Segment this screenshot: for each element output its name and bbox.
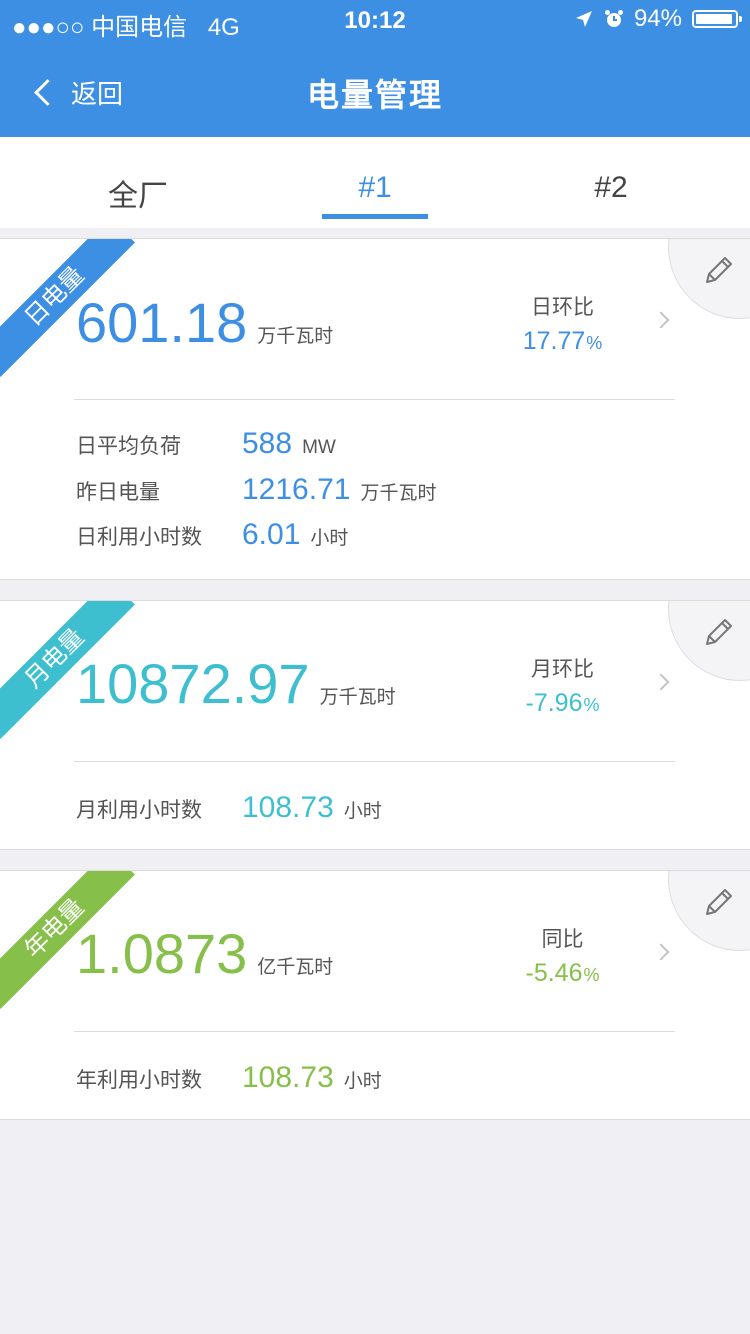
monthly-value: 10872.97 (76, 652, 310, 715)
daily-energy-card: 日电量 601.18 万千瓦时 日环比 17.77% 日平均负荷 588 MW 昨… (0, 238, 750, 580)
stat-unit: 小时 (343, 801, 382, 822)
yearly-compare-label: 同比 (541, 928, 584, 951)
monthly-energy-card: 月电量 10872.97 万千瓦时 月环比 -7.96% 月利用小时数 108.7… (0, 600, 750, 850)
stat-value: 6.01 (242, 518, 301, 551)
page-title: 电量管理 (306, 77, 443, 113)
active-tab-indicator (322, 214, 428, 219)
daily-main-value: 601.18 万千瓦时 (76, 295, 333, 351)
stat-row: 年利用小时数 108.73 小时 (76, 1061, 382, 1095)
battery-percent: 94% (633, 5, 682, 32)
daily-value: 601.18 (76, 291, 248, 354)
status-right: 94% (574, 5, 742, 33)
monthly-compare-label: 月环比 (531, 658, 594, 681)
divider (74, 1031, 675, 1032)
yearly-main-value: 1.0873 亿千瓦时 (76, 926, 333, 982)
monthly-compare-unit: % (583, 695, 600, 715)
status-bar: ●●●○○ 中国电信 4G 10:12 94% (0, 0, 750, 41)
alarm-clock-icon (604, 10, 623, 27)
stat-unit: 小时 (310, 528, 349, 549)
stat-unit: 万千瓦时 (360, 483, 437, 504)
monthly-unit: 万千瓦时 (319, 687, 396, 708)
stat-value: 588 (242, 427, 293, 460)
divider (74, 399, 675, 400)
daily-unit: 万千瓦时 (257, 326, 334, 347)
daily-compare-value: 17.77 (522, 327, 586, 355)
pencil-icon (706, 889, 732, 915)
yearly-compare-unit: % (583, 965, 600, 985)
stat-label: 月利用小时数 (76, 799, 202, 822)
chevron-right-icon[interactable] (652, 673, 670, 691)
stat-value: 108.73 (242, 1061, 334, 1094)
chevron-right-icon[interactable] (652, 943, 670, 961)
tab-unit-2[interactable]: #2 (491, 171, 731, 205)
pencil-icon (706, 619, 732, 645)
divider (74, 761, 675, 762)
daily-compare[interactable]: 日环比 17.77% (500, 291, 625, 356)
yearly-energy-card: 年电量 1.0873 亿千瓦时 同比 -5.46% 年利用小时数 108.73 小… (0, 870, 750, 1120)
chevron-right-icon[interactable] (652, 311, 670, 329)
daily-compare-unit: % (586, 333, 603, 353)
stat-value: 108.73 (242, 791, 334, 824)
edit-button[interactable] (668, 239, 750, 319)
pencil-icon (706, 257, 732, 283)
stat-row: 昨日电量 1216.71 万千瓦时 (76, 473, 436, 507)
yearly-value: 1.0873 (76, 922, 248, 985)
app-header: ●●●○○ 中国电信 4G 10:12 94% 返回 电量管理 (0, 0, 750, 137)
stat-value: 1216.71 (242, 473, 351, 506)
stat-row: 月利用小时数 108.73 小时 (76, 791, 382, 825)
tab-whole-plant[interactable]: 全厂 (18, 171, 258, 215)
monthly-compare-value: -7.96 (525, 689, 583, 717)
yearly-compare-value: -5.46 (525, 959, 583, 987)
monthly-compare[interactable]: 月环比 -7.96% (500, 653, 625, 718)
yearly-unit: 亿千瓦时 (257, 957, 334, 978)
stat-row: 日平均负荷 588 MW (76, 427, 336, 461)
stat-label: 日平均负荷 (76, 435, 181, 458)
yearly-compare[interactable]: 同比 -5.46% (500, 923, 625, 988)
edit-button[interactable] (668, 601, 750, 681)
stat-label: 年利用小时数 (76, 1069, 202, 1092)
daily-compare-label: 日环比 (531, 296, 594, 319)
edit-button[interactable] (668, 871, 750, 951)
stat-row: 日利用小时数 6.01 小时 (76, 518, 348, 552)
tab-unit-1[interactable]: #1 (255, 171, 495, 205)
stat-unit: 小时 (343, 1071, 382, 1092)
battery-icon (692, 10, 742, 28)
stat-label: 昨日电量 (76, 481, 160, 504)
location-arrow-icon (575, 11, 592, 27)
monthly-main-value: 10872.97 万千瓦时 (76, 656, 396, 712)
stat-unit: MW (302, 437, 336, 458)
nav-bar: 返回 电量管理 (0, 56, 750, 132)
stat-label: 日利用小时数 (76, 526, 202, 549)
